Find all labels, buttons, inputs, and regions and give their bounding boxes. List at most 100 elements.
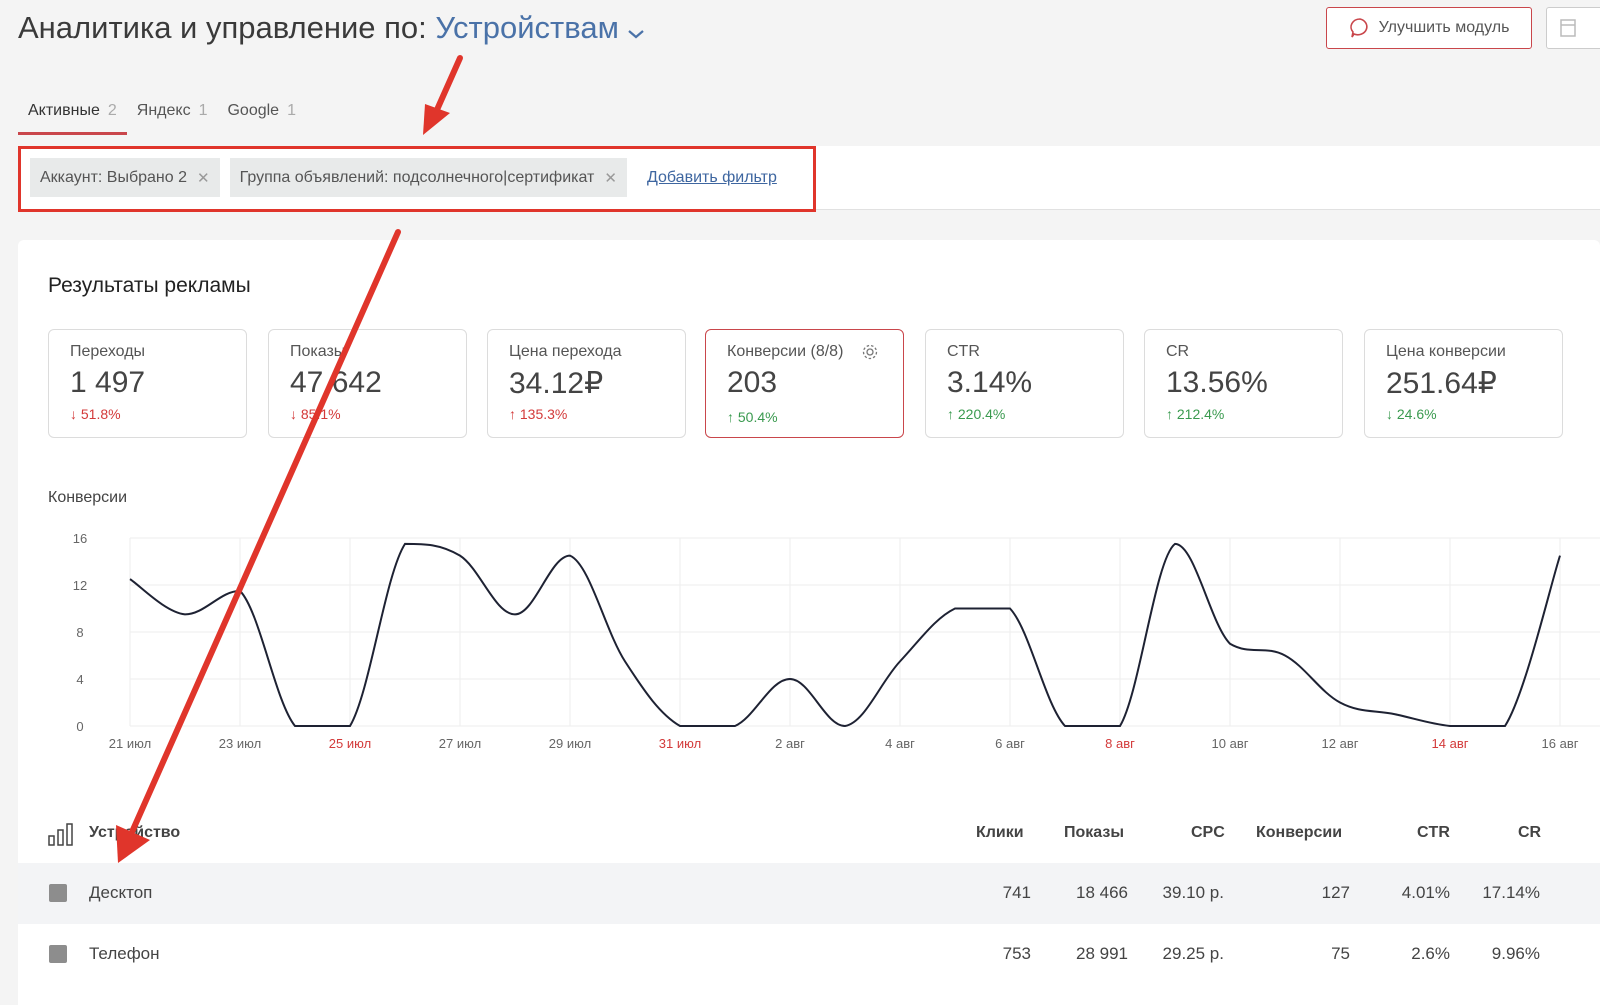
kpi-delta: ↑ 212.4% xyxy=(1166,406,1225,422)
kpi-delta: ↓ 24.6% xyxy=(1386,406,1437,422)
column-header-cpc[interactable]: CPC xyxy=(1191,824,1225,842)
x-tick-label: 25 июл xyxy=(329,736,371,751)
table-header: Устройство Клики Показы CPC Конверсии CT… xyxy=(18,812,1600,862)
kpi-delta: ↑ 135.3% xyxy=(509,406,568,422)
arrow-up-icon: ↑ xyxy=(947,406,958,422)
tab-count: 1 xyxy=(198,102,208,119)
x-tick-label: 21 июл xyxy=(109,736,151,751)
kpi-label: CTR xyxy=(947,343,980,360)
kpi-value: 251.64₽ xyxy=(1386,367,1497,400)
chart-toggle-icon[interactable] xyxy=(49,945,67,963)
chevron-down-icon xyxy=(627,12,645,48)
chart-toggle-icon[interactable] xyxy=(49,884,67,902)
table-row[interactable]: Телефон 753 28 991 29.25 р. 75 2.6% 9.96… xyxy=(18,924,1600,985)
cell-device: Десктоп xyxy=(89,883,153,902)
kpi-value: 203 xyxy=(727,366,778,399)
kpi-clicks[interactable]: Переходы 1 497 ↓ 51.8% xyxy=(48,329,247,438)
improve-module-label: Улучшить модуль xyxy=(1378,19,1510,36)
calendar-button[interactable] xyxy=(1546,7,1600,49)
kpi-ctr[interactable]: CTR 3.14% ↑ 220.4% xyxy=(925,329,1124,438)
improve-module-button[interactable]: Улучшить модуль xyxy=(1326,7,1532,49)
arrow-down-icon: ↓ xyxy=(70,406,81,422)
kpi-cpc[interactable]: Цена перехода 34.12₽ ↑ 135.3% xyxy=(487,329,686,438)
table-row[interactable]: Десктоп 741 18 466 39.10 р. 127 4.01% 17… xyxy=(18,863,1600,924)
kpi-cost-per-conversion[interactable]: Цена конверсии 251.64₽ ↓ 24.6% xyxy=(1364,329,1563,438)
arrow-up-icon: ↑ xyxy=(727,409,738,425)
kpi-delta: ↑ 220.4% xyxy=(947,406,1006,422)
cell-cpc: 39.10 р. xyxy=(1162,883,1224,902)
tab-label: Google xyxy=(227,102,280,119)
kpi-label: Цена перехода xyxy=(509,343,622,360)
y-tick-label: 0 xyxy=(76,719,83,734)
column-header-ctr[interactable]: CTR xyxy=(1417,824,1450,842)
kpi-conversions[interactable]: Конверсии (8/8) 203 ↑ 50.4% xyxy=(705,329,904,438)
bar-chart-icon[interactable] xyxy=(48,822,74,846)
cell-clicks: 753 xyxy=(1002,944,1031,963)
arrow-down-icon: ↓ xyxy=(290,406,301,422)
close-icon[interactable]: ✕ xyxy=(197,169,210,187)
tab-count: 1 xyxy=(287,102,296,119)
kpi-label: Переходы xyxy=(70,343,146,360)
results-card: Результаты рекламы Переходы 1 497 ↓ 51.8… xyxy=(18,240,1600,1005)
kpi-label: CR xyxy=(1166,343,1190,360)
dimension-dropdown[interactable]: Устройствам xyxy=(435,10,645,45)
tab-google[interactable]: Google 1 xyxy=(217,92,306,135)
column-header-cr[interactable]: CR xyxy=(1518,824,1541,842)
y-tick-label: 12 xyxy=(73,578,87,593)
kpi-cr[interactable]: CR 13.56% ↑ 212.4% xyxy=(1144,329,1343,438)
kpi-value: 13.56% xyxy=(1166,366,1268,399)
x-tick-label: 12 авг xyxy=(1322,736,1359,751)
kpi-value: 1 497 xyxy=(70,366,146,399)
cell-cr: 17.14% xyxy=(1482,883,1540,902)
kpi-label: Цена конверсии xyxy=(1386,343,1506,360)
y-tick-label: 4 xyxy=(76,672,83,687)
filter-bar: Аккаунт: Выбрано 2 ✕ Группа объявлений: … xyxy=(18,146,1600,210)
x-tick-label: 27 июл xyxy=(439,736,481,751)
kpi-label: Конверсии (8/8) xyxy=(727,343,844,360)
cell-device: Телефон xyxy=(89,944,160,963)
y-tick-label: 8 xyxy=(76,625,83,640)
cell-conversions: 75 xyxy=(1331,944,1350,963)
x-tick-label: 4 авг xyxy=(885,736,915,751)
conversions-line-chart: 0 4 8 12 16 21 июл 23 июл 25 июл 27 июл 29 июл 31 … xyxy=(73,531,1600,751)
column-header-device[interactable]: Устройство xyxy=(89,824,180,842)
x-tick-label: 16 авг xyxy=(1542,736,1579,751)
x-tick-label: 29 июл xyxy=(549,736,591,751)
kpi-impressions[interactable]: Показы 47 642 ↓ 85.1% xyxy=(268,329,467,438)
cell-cpc: 29.25 р. xyxy=(1162,944,1224,963)
tab-active[interactable]: Активные 2 xyxy=(18,92,127,135)
kpi-delta: ↑ 50.4% xyxy=(727,409,778,425)
y-tick-label: 16 xyxy=(73,531,87,546)
kpi-delta: ↓ 51.8% xyxy=(70,406,121,422)
annotation-arrowhead-top xyxy=(423,104,450,135)
arrow-up-icon: ↑ xyxy=(509,406,520,422)
add-filter-link[interactable]: Добавить фильтр xyxy=(647,169,777,187)
column-header-impressions[interactable]: Показы xyxy=(1064,824,1124,842)
tab-label: Яндекс xyxy=(136,102,191,119)
x-tick-label: 31 июл xyxy=(659,736,701,751)
column-header-clicks[interactable]: Клики xyxy=(976,824,1024,842)
tab-label: Активные xyxy=(28,102,100,119)
kpi-delta: ↓ 85.1% xyxy=(290,406,341,422)
x-tick-label: 8 авг xyxy=(1105,736,1135,751)
filter-chip-adgroup[interactable]: Группа объявлений: подсолнечного|сертифи… xyxy=(229,158,627,197)
series-line-conversions xyxy=(129,542,1561,728)
cell-cr: 9.96% xyxy=(1491,944,1540,963)
filter-chip-account[interactable]: Аккаунт: Выбрано 2 ✕ xyxy=(30,158,220,197)
kpi-value: 3.14% xyxy=(947,366,1033,399)
results-title: Результаты рекламы xyxy=(48,274,251,297)
x-tick-label: 23 июл xyxy=(219,736,261,751)
arrow-down-icon: ↓ xyxy=(1386,406,1397,422)
close-icon[interactable]: ✕ xyxy=(604,169,617,187)
chat-bubble-icon xyxy=(1349,18,1368,38)
tab-yandex[interactable]: Яндекс 1 xyxy=(127,92,218,135)
kpi-value: 47 642 xyxy=(290,366,382,399)
title-prefix: Аналитика и управление по: xyxy=(18,10,427,45)
filter-chip-label: Аккаунт: Выбрано 2 xyxy=(40,168,188,186)
cell-impressions: 28 991 xyxy=(1076,944,1128,963)
dimension-label: Устройствам xyxy=(435,10,619,45)
column-header-conversions[interactable]: Конверсии xyxy=(1256,824,1342,842)
cell-conversions: 127 xyxy=(1321,883,1350,902)
kpi-value: 34.12₽ xyxy=(509,367,604,400)
gear-icon[interactable] xyxy=(861,343,879,361)
